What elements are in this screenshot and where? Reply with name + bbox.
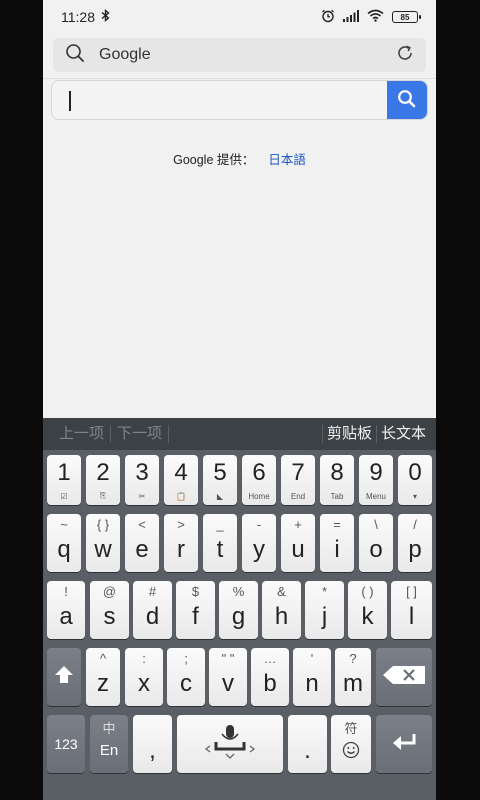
key-m[interactable]: ? m <box>335 648 371 706</box>
address-bar[interactable]: Google <box>53 38 426 72</box>
key-u[interactable]: + u <box>281 514 315 572</box>
letter-row-2: ! a @ s # d $ f % g & h * j ( ) k [ ] l <box>43 581 436 639</box>
key-h[interactable]: & h <box>262 581 301 639</box>
enter-key[interactable] <box>376 715 432 773</box>
key-8[interactable]: 8 Tab <box>320 455 354 505</box>
next-field-button[interactable]: 下一项 <box>111 418 168 450</box>
key-l[interactable]: [ ] l <box>391 581 432 639</box>
reload-icon[interactable] <box>396 44 414 67</box>
key-g[interactable]: % g <box>219 581 258 639</box>
key-i[interactable]: = i <box>320 514 354 572</box>
text-cursor <box>69 91 71 111</box>
language-link[interactable]: 日本語 <box>268 153 306 167</box>
prev-field-button[interactable]: 上一项 <box>53 418 110 450</box>
search-button[interactable] <box>387 81 427 119</box>
mic-space-icon <box>200 722 260 767</box>
keyboard-toolbar: 上一项 下一项 剪贴板 长文本 <box>43 418 436 450</box>
divider <box>43 78 436 79</box>
offered-in-text: Google 提供： 日本語 <box>43 149 436 168</box>
alarm-icon <box>321 9 335 26</box>
soft-keyboard: 1 ☑ 2 ⎘ 3 ✂ 4 📋 5 ◣ 6 Home 7 End 8 Tab 9 Menu 0 ▾ … <box>43 450 436 800</box>
key-1[interactable]: 1 ☑ <box>47 455 81 505</box>
key-0[interactable]: 0 ▾ <box>398 455 432 505</box>
key-9[interactable]: 9 Menu <box>359 455 393 505</box>
shift-key[interactable] <box>47 648 81 706</box>
signal-icon <box>343 9 359 25</box>
key-7[interactable]: 7 End <box>281 455 315 505</box>
numbers-key-label: 123 <box>54 736 78 752</box>
smiley-icon <box>331 741 371 759</box>
key-s[interactable]: @ s <box>90 581 129 639</box>
status-time: 11:28 <box>61 9 95 25</box>
search-icon <box>397 89 417 114</box>
backspace-key[interactable] <box>376 648 432 706</box>
key-e[interactable]: < e <box>125 514 159 572</box>
key-d[interactable]: # d <box>133 581 172 639</box>
provided-by-label: Google 提供： <box>173 153 255 167</box>
letter-row-1: ~ q { } w < e > r _ t -y + u = i \ o / p <box>43 514 436 572</box>
key-y[interactable]: -y <box>242 514 276 572</box>
key-r[interactable]: > r <box>164 514 198 572</box>
key-4[interactable]: 4 📋 <box>164 455 198 505</box>
key-v[interactable]: " " v <box>209 648 247 706</box>
key-p[interactable]: / p <box>398 514 432 572</box>
backspace-icon <box>381 664 427 691</box>
period-key[interactable]: . <box>288 715 327 773</box>
search-input[interactable] <box>51 80 428 120</box>
toolbar-divider <box>168 425 170 443</box>
enter-arrow-icon <box>390 732 418 757</box>
key-a[interactable]: ! a <box>47 581 85 639</box>
long-text-button[interactable]: 长文本 <box>377 418 430 450</box>
status-bar: 11:28 85 <box>43 0 436 34</box>
numbers-key[interactable]: 123 <box>47 715 85 773</box>
battery-level: 85 <box>400 12 410 22</box>
battery-icon: 85 <box>392 11 421 23</box>
comma-key[interactable]: , <box>133 715 172 773</box>
key-c[interactable]: ; c <box>167 648 205 706</box>
key-t[interactable]: _ t <box>203 514 237 572</box>
key-6[interactable]: 6 Home <box>242 455 276 505</box>
key-f[interactable]: $ f <box>176 581 215 639</box>
wifi-icon <box>367 9 384 25</box>
key-q[interactable]: ~ q <box>47 514 81 572</box>
key-j[interactable]: * j <box>305 581 344 639</box>
key-b[interactable]: … b <box>251 648 289 706</box>
language-switch-key[interactable]: 中 En <box>90 715 128 773</box>
key-o[interactable]: \ o <box>359 514 393 572</box>
key-3[interactable]: 3 ✂ <box>125 455 159 505</box>
key-2[interactable]: 2 ⎘ <box>86 455 120 505</box>
emoji-symbol-key[interactable]: 符 <box>331 715 371 773</box>
space-key[interactable] <box>177 715 283 773</box>
key-5[interactable]: 5 ◣ <box>203 455 237 505</box>
search-icon <box>65 43 85 68</box>
clipboard-button[interactable]: 剪贴板 <box>323 418 376 450</box>
key-n[interactable]: ' n <box>293 648 331 706</box>
letter-row-3: ^ z :x ; c " " v … b ' n ? m <box>43 648 436 706</box>
key-z[interactable]: ^ z <box>86 648 120 706</box>
number-row: 1 ☑ 2 ⎘ 3 ✂ 4 📋 5 ◣ 6 Home 7 End 8 Tab 9 Menu 0 ▾ <box>43 455 436 505</box>
key-k[interactable]: ( ) k <box>348 581 387 639</box>
phone-screen: 11:28 85 Google Google 提供： 日本語 上一项 下一项 剪… <box>43 0 436 800</box>
shift-arrow-icon <box>53 664 75 691</box>
key-x[interactable]: :x <box>125 648 163 706</box>
address-text[interactable]: Google <box>99 46 151 64</box>
key-w[interactable]: { } w <box>86 514 120 572</box>
bluetooth-icon <box>101 9 110 25</box>
bottom-row: 123 中 En , . 符 <box>43 715 436 773</box>
